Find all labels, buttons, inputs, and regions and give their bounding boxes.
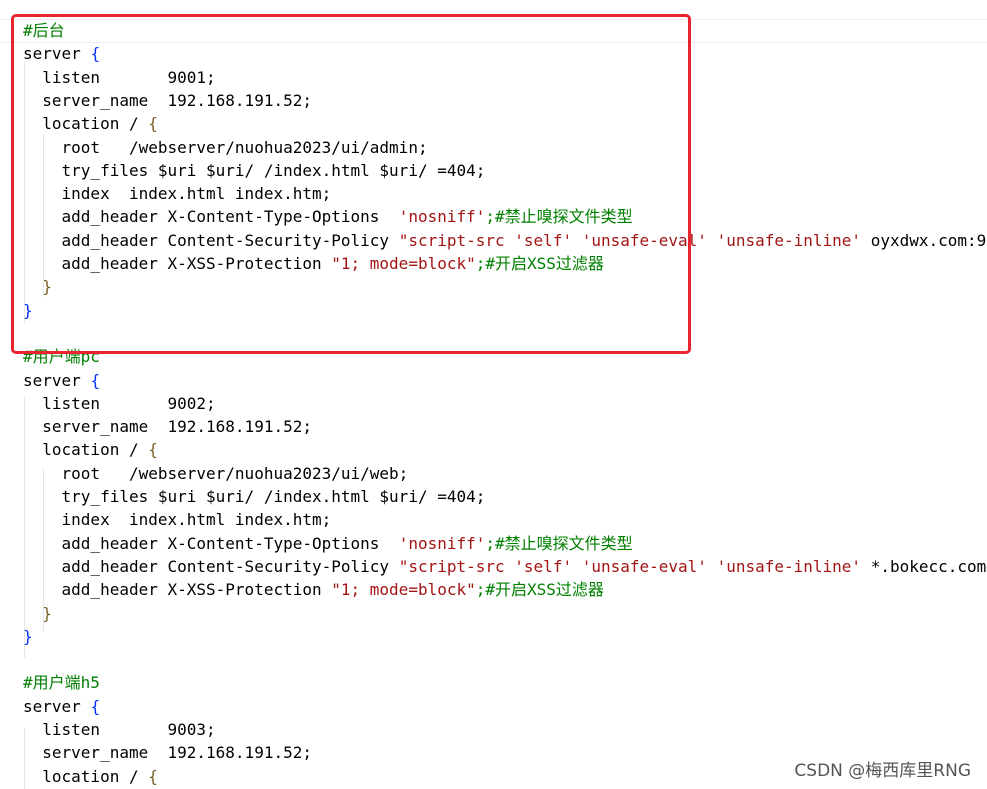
code-token: server <box>23 370 91 390</box>
code-token: "script-src 'self' 'unsafe-eval' 'unsafe… <box>398 230 871 250</box>
code-token: *.bokecc.com <box>870 556 987 576</box>
code-token: add_header X-Content-Type-Options <box>23 533 399 553</box>
code-line: location / { <box>23 112 158 136</box>
code-token: "1; mode=block" <box>331 580 476 600</box>
code-token: { <box>90 370 101 390</box>
code-token: add_header X-Content-Type-Options <box>23 207 399 227</box>
code-token: root /webserver/nuohua2023/ui/admin; <box>23 137 428 157</box>
code-line: } <box>23 299 33 323</box>
code-line: location / { <box>23 438 158 462</box>
code-token: add_header X-XSS-Protection <box>23 254 332 273</box>
code-token: location / <box>23 440 149 460</box>
code-token: index index.html index.htm; <box>23 510 332 530</box>
code-token: ;#禁止嗅探文件类型 <box>485 533 633 553</box>
code-token: ;#开启XSS过滤器 <box>475 254 604 273</box>
code-token: ;#开启XSS过滤器 <box>475 580 604 600</box>
code-token: } <box>42 603 52 623</box>
code-line: location / { <box>23 765 158 789</box>
code-token: #用户端h5 <box>23 673 100 693</box>
code-line: } <box>23 625 33 649</box>
code-token: "1; mode=block" <box>331 254 476 273</box>
code-token: add_header Content-Security-Policy <box>23 230 399 250</box>
code-editor[interactable]: #后台 server { listen 9001; server_name 192… <box>0 0 987 789</box>
code-token: ;#禁止嗅探文件类型 <box>485 207 633 227</box>
code-token: { <box>148 766 158 786</box>
code-token: #后台 <box>23 21 65 40</box>
code-token: { <box>148 114 158 134</box>
code-token: 'nosniff' <box>398 207 486 227</box>
code-line: #后台 <box>23 19 65 43</box>
code-token: "script-src 'self' 'unsafe-eval' 'unsafe… <box>398 556 871 576</box>
code-line: add_header X-Content-Type-Options 'nosni… <box>23 205 633 229</box>
code-line: server_name 192.168.191.52; <box>23 741 312 765</box>
code-line: add_header Content-Security-Policy "scri… <box>23 229 987 253</box>
code-token: add_header Content-Security-Policy <box>23 556 399 576</box>
code-line: #用户端h5 <box>23 671 100 695</box>
code-line: index index.html index.htm; <box>23 508 332 532</box>
code-token: location / <box>23 766 149 786</box>
code-line: } <box>23 275 52 299</box>
code-token: } <box>23 300 33 320</box>
code-line: root /webserver/nuohua2023/ui/admin; <box>23 136 428 160</box>
code-line: add_header X-XSS-Protection "1; mode=blo… <box>23 252 604 276</box>
code-line: listen 9002; <box>23 392 216 416</box>
code-token: } <box>23 626 33 646</box>
code-token: listen 9003; <box>23 720 216 739</box>
code-line: #用户端pc <box>23 345 100 369</box>
code-token: server_name 192.168.191.52; <box>23 90 312 110</box>
code-token: server <box>23 44 91 64</box>
code-token: listen 9002; <box>23 393 216 413</box>
code-token: { <box>90 696 101 716</box>
code-token: root /webserver/nuohua2023/ui/web; <box>23 463 409 483</box>
code-line: add_header Content-Security-Policy "scri… <box>23 555 987 579</box>
code-line: } <box>23 602 52 626</box>
code-line: try_files $uri $uri/ /index.html $uri/ =… <box>23 485 486 509</box>
code-token: 'nosniff' <box>398 533 486 553</box>
code-token: server <box>23 696 91 716</box>
code-line: server_name 192.168.191.52; <box>23 89 312 113</box>
code-token: server_name 192.168.191.52; <box>23 417 312 437</box>
code-token: try_files $uri $uri/ /index.html $uri/ =… <box>23 160 486 180</box>
code-line: listen 9001; <box>23 66 216 90</box>
code-token: listen 9001; <box>23 67 216 87</box>
code-line: add_header X-Content-Type-Options 'nosni… <box>23 532 633 556</box>
code-token: { <box>148 440 158 460</box>
current-line-highlight <box>0 19 987 43</box>
code-line: server { <box>23 369 100 393</box>
code-line: root /webserver/nuohua2023/ui/web; <box>23 462 409 486</box>
code-token: { <box>90 44 101 64</box>
code-token: location / <box>23 114 149 134</box>
code-line: add_header X-XSS-Protection "1; mode=blo… <box>23 578 604 602</box>
code-line: server { <box>23 42 100 66</box>
code-line: server { <box>23 695 100 719</box>
code-token: index index.html index.htm; <box>23 184 332 204</box>
code-line: index index.html index.htm; <box>23 182 332 206</box>
code-line: server_name 192.168.191.52; <box>23 415 312 439</box>
code-line: listen 9003; <box>23 718 216 742</box>
code-token: server_name 192.168.191.52; <box>23 743 312 763</box>
code-token: #用户端pc <box>23 347 100 367</box>
code-token: } <box>42 277 52 297</box>
code-token: add_header X-XSS-Protection <box>23 580 332 600</box>
code-line: try_files $uri $uri/ /index.html $uri/ =… <box>23 159 486 183</box>
code-token: oyxdwx.com:94 <box>870 230 987 250</box>
code-token: try_files $uri $uri/ /index.html $uri/ =… <box>23 487 486 506</box>
watermark-text: CSDN @梅西库里RNG <box>794 761 971 781</box>
